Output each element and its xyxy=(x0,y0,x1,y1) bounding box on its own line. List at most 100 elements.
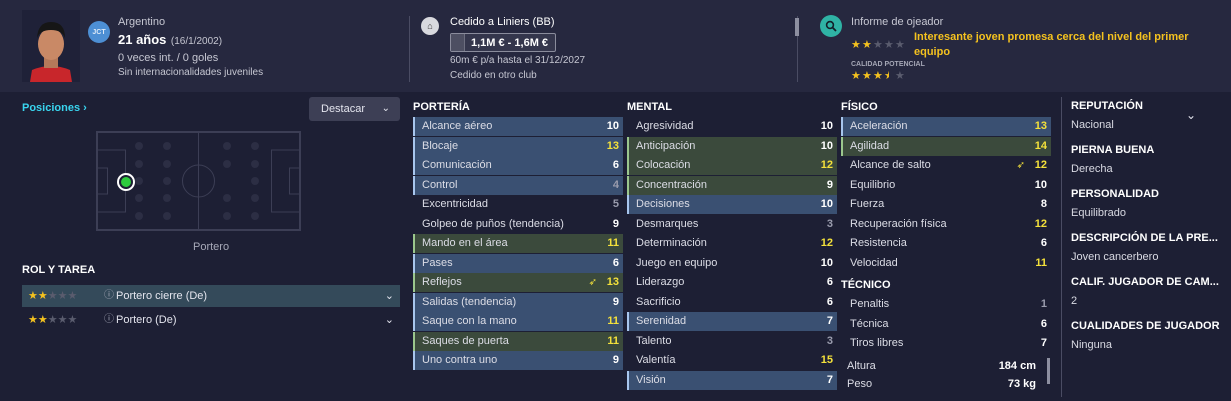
attribute-row[interactable]: Colocación 12 xyxy=(627,156,837,175)
attribute-label: Liderazgo xyxy=(636,276,685,288)
attribute-row[interactable]: Agresividad 10 xyxy=(627,117,837,136)
attribute-label: Valentía xyxy=(636,354,676,366)
attribute-row[interactable]: Uno contra uno 9 xyxy=(413,351,623,370)
attribute-label: Pases xyxy=(422,256,453,269)
attribute-row[interactable]: Blocaje 13 xyxy=(413,136,623,156)
attribute-row[interactable]: Pases 6 xyxy=(413,253,623,273)
attribute-row[interactable]: Serenidad 7 xyxy=(627,312,837,331)
mental-header: MENTAL xyxy=(627,101,673,113)
attribute-row[interactable]: Liderazgo 6 xyxy=(627,273,837,292)
attribute-row[interactable]: Golpeo de puños (tendencia) 9 xyxy=(413,215,623,234)
role-row[interactable]: ★★★★★ ⓘ Portero (De) ⌄ xyxy=(22,309,400,331)
attribute-row[interactable]: Aceleración 13 xyxy=(841,117,1051,136)
physical-header: FÍSICO xyxy=(841,101,878,113)
highlight-edge xyxy=(413,292,415,312)
attribute-row[interactable]: Mando en el área 11 xyxy=(413,234,623,253)
club-crest-icon[interactable]: ⌂ xyxy=(421,17,439,35)
attribute-row[interactable]: Resistencia 6 xyxy=(841,234,1051,253)
positions-link[interactable]: Posiciones › xyxy=(22,102,87,114)
attribute-row[interactable]: Técnica 6 xyxy=(841,315,1051,334)
scrollbar-thumb[interactable] xyxy=(795,18,799,36)
height-value: 184 cm xyxy=(998,360,1036,372)
caps-text: 0 veces int. / 0 goles xyxy=(118,52,219,64)
info-value: Ninguna xyxy=(1071,339,1112,351)
attribute-value: 11 xyxy=(607,237,619,249)
attribute-row[interactable]: Tiros libres 7 xyxy=(841,334,1051,353)
scout-search-icon[interactable] xyxy=(820,15,842,37)
attribute-label: Velocidad xyxy=(850,256,898,269)
attribute-row[interactable]: Decisiones 10 xyxy=(627,195,837,214)
role-row[interactable]: ★★★★★ ⓘ Portero cierre (De) ⌄ xyxy=(22,285,400,307)
info-label: PIERNA BUENA xyxy=(1071,144,1155,156)
attribute-value: 12 xyxy=(1034,217,1047,230)
attribute-row[interactable]: Alcance aéreo 10 xyxy=(413,117,623,136)
info-icon[interactable]: ⓘ xyxy=(104,285,114,307)
attribute-label: Saque con la mano xyxy=(422,315,517,327)
attribute-row[interactable]: Excentricidad 5 xyxy=(413,195,623,214)
attribute-label: Anticipación xyxy=(636,139,696,152)
attribute-row[interactable]: Juego en equipo 10 xyxy=(627,254,837,273)
attribute-row[interactable]: Control 4 xyxy=(413,175,623,195)
attribute-label: Decisiones xyxy=(636,198,690,210)
attribute-label: Alcance de salto xyxy=(850,159,931,171)
attribute-row[interactable]: Fuerza 8 xyxy=(841,195,1051,214)
attribute-value: 12 xyxy=(820,159,833,171)
highlight-edge xyxy=(627,156,629,175)
attribute-row[interactable]: Penaltis 1 xyxy=(841,295,1051,314)
attribute-row[interactable]: Comunicación 6 xyxy=(413,156,623,175)
attribute-row[interactable]: Anticipación 10 xyxy=(627,136,837,156)
attribute-value: 3 xyxy=(826,334,833,347)
loan-note-text: Cedido en otro club xyxy=(450,70,537,81)
attribute-label: Alcance aéreo xyxy=(422,120,493,132)
highlight-dropdown[interactable]: Destacar ⌄ xyxy=(309,97,400,121)
attribute-row[interactable]: Saques de puerta 11 xyxy=(413,331,623,351)
attribute-label: Desmarques xyxy=(636,217,699,230)
attribute-value: 10 xyxy=(1034,178,1047,191)
attribute-label: Concentración xyxy=(636,178,707,191)
attribute-row[interactable]: Salidas (tendencia) 9 xyxy=(413,292,623,312)
info-icon[interactable]: ⓘ xyxy=(104,309,114,331)
highlight-edge xyxy=(413,253,415,273)
role-duty-header: ROL Y TAREA xyxy=(22,264,96,276)
attribute-value: 3 xyxy=(826,217,833,230)
attribute-row[interactable]: Determinación 12 xyxy=(627,234,837,253)
role-name: Portero (De) xyxy=(116,314,177,326)
scrollbar-thumb[interactable] xyxy=(1047,358,1050,384)
attribute-row[interactable]: Desmarques 3 xyxy=(627,215,837,234)
attribute-label: Tiros libres xyxy=(850,337,904,349)
highlight-edge xyxy=(627,195,629,214)
attribute-value: 10 xyxy=(606,120,619,132)
loan-club-link[interactable]: Cedido a Liniers (BB) xyxy=(450,16,555,28)
attribute-label: Golpeo de puños (tendencia) xyxy=(422,217,564,230)
attribute-row[interactable]: Sacrificio 6 xyxy=(627,293,837,312)
attribute-row[interactable]: Velocidad 11 xyxy=(841,254,1051,273)
info-label: CUALIDADES DE JUGADOR xyxy=(1071,320,1220,332)
attribute-label: Uno contra uno xyxy=(422,354,498,366)
chevron-down-icon[interactable]: ⌄ xyxy=(385,309,394,331)
chevron-down-icon[interactable]: ⌄ xyxy=(385,285,394,307)
attribute-label: Comunicación xyxy=(422,159,492,171)
chevron-down-icon[interactable]: ⌄ xyxy=(1186,108,1196,122)
attribute-row[interactable]: Concentración 9 xyxy=(627,175,837,195)
attribute-row[interactable]: Agilidad 14 xyxy=(841,136,1051,156)
attribute-value: 8 xyxy=(1040,198,1047,210)
attribute-row[interactable]: Valentía 15 xyxy=(627,351,837,370)
attribute-value: 9 xyxy=(612,354,619,366)
goalkeeping-header: PORTERÍA xyxy=(413,101,470,113)
attribute-row[interactable]: Talento 3 xyxy=(627,332,837,351)
attribute-row[interactable]: Reflejos ➶ 13 xyxy=(413,273,623,292)
attribute-label: Colocación xyxy=(636,159,691,171)
attribute-label: Talento xyxy=(636,334,672,347)
attribute-value: 9 xyxy=(612,295,619,308)
attribute-value: 14 xyxy=(1034,139,1047,152)
nationality-badge: JCT xyxy=(88,21,110,43)
attribute-row[interactable]: Alcance de salto ➶ 12 xyxy=(841,156,1051,175)
attribute-label: Aceleración xyxy=(850,120,908,132)
attribute-row[interactable]: Saque con la mano 11 xyxy=(413,312,623,331)
attribute-row[interactable]: Visión 7 xyxy=(627,370,837,390)
attribute-value: 15 xyxy=(820,354,833,366)
attribute-row[interactable]: Recuperación física 12 xyxy=(841,215,1051,234)
highlight-edge xyxy=(413,331,415,351)
info-label: REPUTACIÓN xyxy=(1071,100,1143,112)
attribute-row[interactable]: Equilibrio 10 xyxy=(841,176,1051,195)
